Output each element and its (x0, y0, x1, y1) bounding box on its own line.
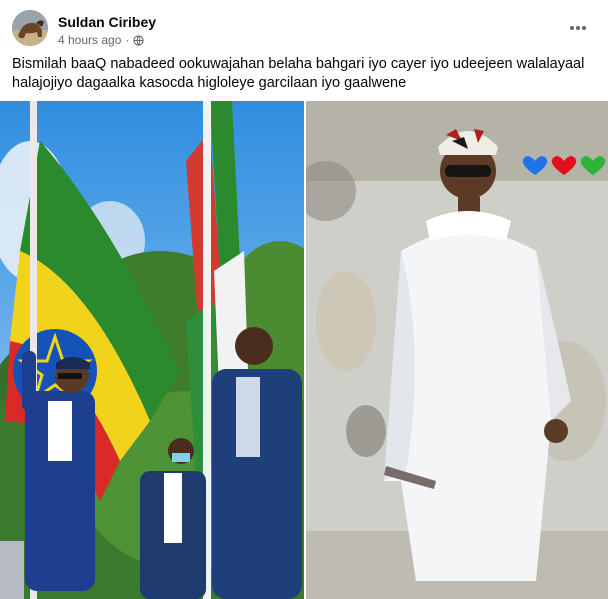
more-options-icon[interactable] (568, 20, 588, 36)
post-photos (0, 101, 608, 599)
post-timestamp[interactable]: 4 hours ago (58, 33, 121, 47)
portrait-photo[interactable] (306, 101, 608, 599)
author-name[interactable]: Suldan Ciribey (58, 14, 156, 30)
flag-raising-photo[interactable] (0, 101, 304, 599)
meta-separator: · (125, 33, 130, 47)
facebook-post: Suldan Ciribey 4 hours ago · Bismilah ba… (0, 0, 608, 599)
post-caption: Bismilah baaQ nabadeed ookuwajahan belah… (12, 56, 585, 91)
post-header: Suldan Ciribey 4 hours ago · (12, 10, 596, 50)
globe-icon (133, 34, 145, 46)
post-meta: 4 hours ago · (58, 33, 145, 47)
author-avatar[interactable] (12, 10, 48, 46)
